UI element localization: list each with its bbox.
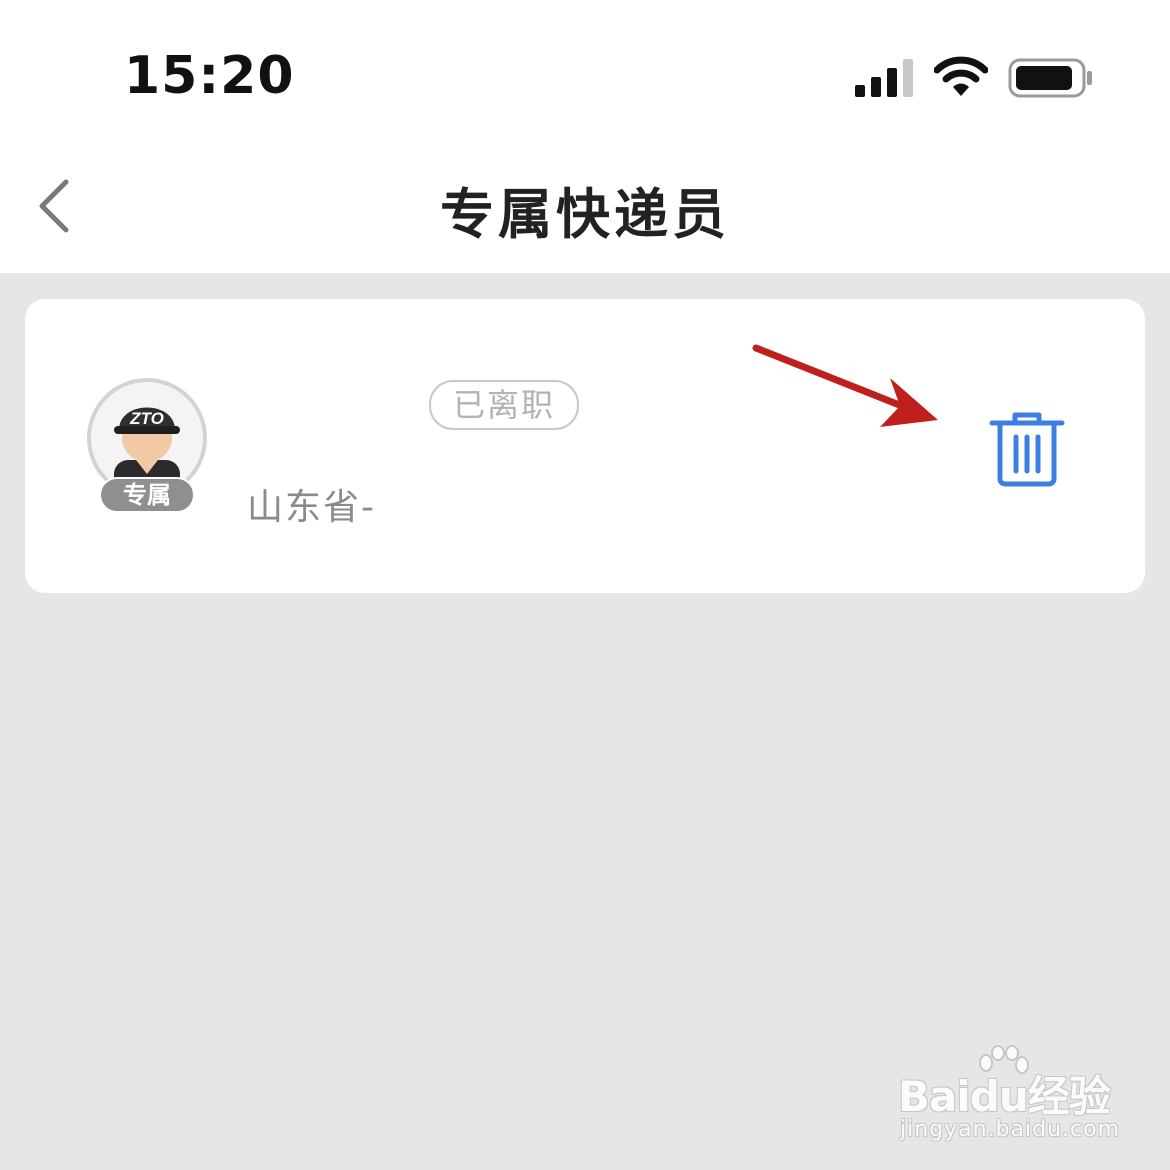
watermark-brand: Baidu经验 [898, 1072, 1111, 1121]
courier-avatar: ZTO 专属 [87, 378, 207, 513]
annotation-arrow-icon [752, 344, 938, 427]
status-bar-time: 15:20 [124, 46, 295, 106]
cellular-signal-icon [855, 59, 913, 97]
avatar-badge: 专属 [123, 481, 171, 509]
delete-button[interactable] [988, 411, 1066, 487]
cap-logo: ZTO [129, 409, 164, 428]
battery-icon [1008, 58, 1092, 98]
watermark: Baidu经验 jingyan.baidu.com [894, 1045, 1119, 1145]
page-title: 专属快递员 [440, 183, 730, 246]
courier-address: 山东省- [247, 487, 376, 528]
watermark-url: jingyan.baidu.com [900, 1117, 1121, 1142]
trash-icon [989, 412, 1065, 487]
wifi-icon [934, 56, 988, 96]
status-badge: 已离职 [429, 380, 579, 430]
